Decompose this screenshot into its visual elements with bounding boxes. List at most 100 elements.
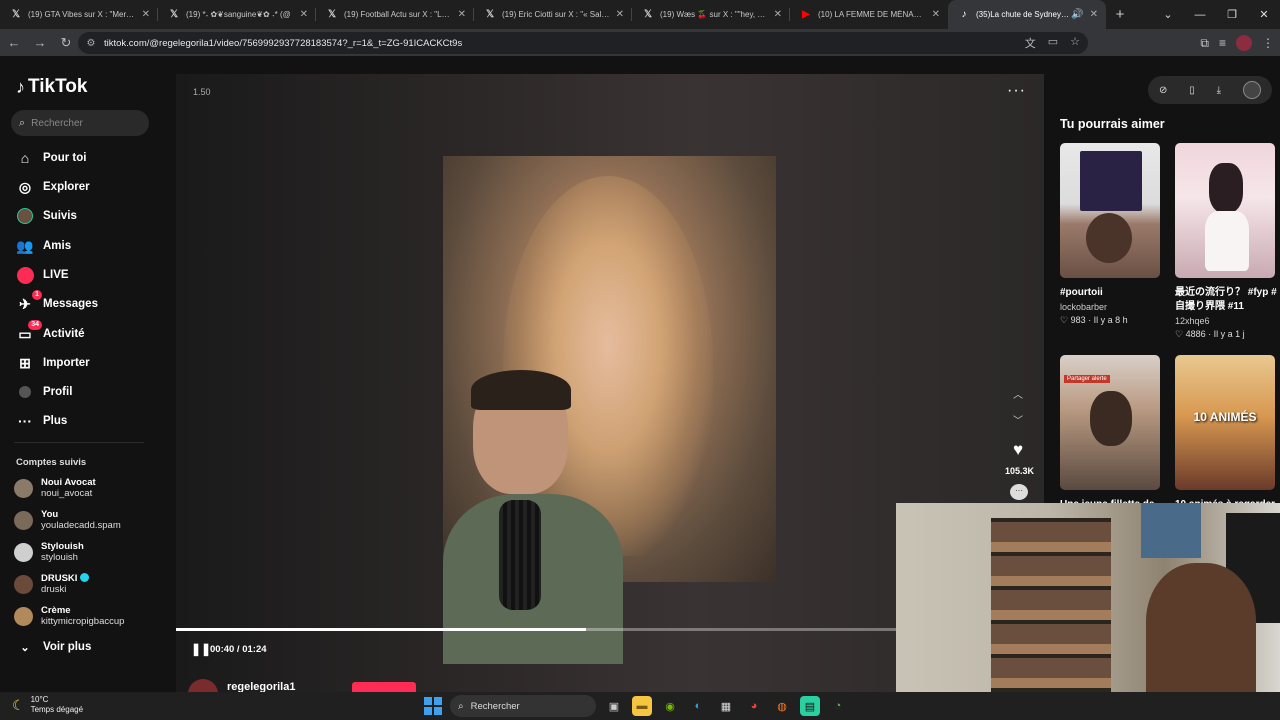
follow-button[interactable] <box>352 682 416 692</box>
browser-tab[interactable]: 𝕏 (19) Football Actu sur X : "Luca ✕ <box>316 0 474 29</box>
nav-importer[interactable]: ⊞ Importer <box>16 353 90 373</box>
previous-video-icon[interactable]: ︿ <box>1010 386 1026 401</box>
windows-start-icon[interactable] <box>424 697 442 715</box>
close-tab-icon[interactable]: ✕ <box>932 9 940 20</box>
followed-account[interactable]: You youladecadd.spam <box>14 509 121 531</box>
task-view-icon[interactable]: ▣ <box>604 696 624 716</box>
pause-icon[interactable]: ❚❚ <box>191 642 211 656</box>
followed-account[interactable]: Stylouish stylouish <box>14 541 84 563</box>
suggestions-title: Tu pourrais aimer <box>1060 117 1165 131</box>
forward-button[interactable]: → <box>28 31 52 55</box>
followed-account[interactable]: DRUSKI druski <box>14 573 90 595</box>
file-explorer-icon[interactable]: ▬ <box>632 696 652 716</box>
download-icon[interactable]: ⤓ <box>1217 85 1221 96</box>
windows-taskbar: ☾ 10°C Temps dégagé ⌕ Rechercher ▣ ▬ ◉ ◐ ▦… <box>0 692 1280 720</box>
edge-icon[interactable]: ◐ <box>688 696 708 716</box>
chrome-dev-icon[interactable]: ◔ <box>828 696 848 716</box>
divider <box>14 442 144 443</box>
nav-amis[interactable]: 👥 Amis <box>16 236 71 256</box>
restore-icon[interactable]: ❐ <box>1216 0 1248 29</box>
heart-outline-icon: ♡ <box>1060 315 1071 325</box>
chevron-down-icon[interactable]: ⌄ <box>1152 0 1184 29</box>
poster-image <box>1141 503 1201 558</box>
browser-tab[interactable]: 𝕏 (19) GTA Vibes sur X : "Merci, G ✕ <box>0 0 158 29</box>
address-bar[interactable]: ⚙ tiktok.com/@regelegorila1/video/756999… <box>78 32 1088 54</box>
video-progress-bar[interactable] <box>176 628 896 631</box>
profile-avatar[interactable] <box>1236 35 1252 51</box>
nav-pour-toi[interactable]: ⌂ Pour toi <box>16 148 87 168</box>
tiktok-icon: ♪ <box>961 9 967 20</box>
nav-messages[interactable]: ✈ 1 Messages <box>16 290 98 314</box>
heart-icon: ♥ <box>1012 440 1024 459</box>
chrome-icon[interactable]: ◕ <box>744 696 764 716</box>
suggestion-card[interactable]: Partager alerte Une jeune fillette de <box>1060 355 1164 512</box>
nav-live[interactable]: LIVE <box>16 265 69 285</box>
menu-icon[interactable]: ⋮ <box>1262 36 1274 50</box>
see-more-button[interactable]: ⌄ Voir plus <box>16 637 91 657</box>
moon-icon: ☾ <box>12 696 25 713</box>
media-icon[interactable]: ≡ <box>1219 36 1226 50</box>
close-tab-icon[interactable]: ✕ <box>1090 9 1098 20</box>
nav-plus[interactable]: ··· Plus <box>16 411 67 431</box>
nvidia-icon[interactable]: ◉ <box>660 696 680 716</box>
suggestion-card[interactable]: 最近の流行り？ #fyp #自撮り界隈 #11 12xhqe6 ♡ 4886 ·… <box>1175 143 1279 340</box>
chevron-down-icon: ⌄ <box>20 641 30 654</box>
avatar <box>14 478 33 498</box>
extensions-icon[interactable]: ⧉ <box>1200 36 1209 51</box>
followed-account[interactable]: Crème kittymicropigbaccup <box>14 605 124 627</box>
store-icon[interactable]: ▦ <box>716 696 736 716</box>
search-input[interactable]: ⌕ Rechercher <box>11 110 149 136</box>
browser-tab[interactable]: 𝕏 (19) *˖ ✿❦sanguine❦✿ ˖* (@ ✕ <box>158 0 316 29</box>
site-info-icon[interactable]: ⚙ <box>78 38 104 49</box>
nav-profil[interactable]: Profil <box>16 382 72 402</box>
close-tab-icon[interactable]: ✕ <box>774 9 782 20</box>
firefox-icon[interactable]: ◍ <box>772 696 792 716</box>
reload-button[interactable]: ↻ <box>54 31 78 55</box>
followed-account[interactable]: Noui Avocat noui_avocat <box>14 477 96 499</box>
new-tab-button[interactable]: + <box>1106 0 1134 29</box>
close-tab-icon[interactable]: ✕ <box>300 9 308 20</box>
user-avatar[interactable] <box>1243 81 1261 99</box>
device-icon[interactable]: ▯ <box>1189 85 1195 96</box>
bookmark-star-icon[interactable]: ☆ <box>1070 35 1080 51</box>
browser-tab[interactable]: ▶ (10) LA FEMME DE MÉNAGE Ba ✕ <box>790 0 948 29</box>
browser-tab-active[interactable]: ♪ (35)La chute de Sydney Swe 🔊 ✕ <box>948 0 1106 29</box>
x-logo-icon: 𝕏 <box>643 9 653 20</box>
messages-icon: ✈ 1 <box>16 290 42 313</box>
video-thumbnail: 10 ANIMÉS <box>1175 355 1275 490</box>
search-icon: ⌕ <box>458 700 464 712</box>
coin-icon[interactable]: ⊘ <box>1159 85 1167 96</box>
verified-badge-icon <box>80 573 90 582</box>
translate-icon[interactable]: 文 <box>1025 35 1036 51</box>
activity-badge: 34 <box>28 320 42 330</box>
close-tab-icon[interactable]: ✕ <box>458 9 466 20</box>
nav-explorer[interactable]: ◎ Explorer <box>16 177 90 197</box>
speaker-icon[interactable]: 🔊 <box>1071 9 1083 20</box>
back-button[interactable]: ← <box>2 31 26 55</box>
close-tab-icon[interactable]: ✕ <box>616 9 624 20</box>
taskbar-search[interactable]: ⌕ Rechercher <box>450 695 596 717</box>
browser-tab[interactable]: 𝕏 (19) Wæs 🍒 sur X : ""hey, so d ✕ <box>632 0 790 29</box>
playback-speed[interactable]: 1.50 <box>193 87 211 97</box>
comment-icon[interactable]: ··· <box>1010 484 1028 500</box>
progress-fill <box>176 628 587 631</box>
like-button[interactable]: ♥ <box>1006 440 1030 460</box>
following-avatar-icon <box>16 207 34 225</box>
app-icon[interactable]: ▤ <box>800 696 820 716</box>
tiktok-logo[interactable]: ♪ TikTok <box>16 76 87 98</box>
browser-tab[interactable]: 𝕏 (19) Eric Ciotti sur X : "« Sale ge ✕ <box>474 0 632 29</box>
nav-suivis[interactable]: Suivis <box>16 206 77 226</box>
cast-icon[interactable]: ▭ <box>1048 35 1058 51</box>
weather-widget[interactable]: ☾ 10°C Temps dégagé <box>12 695 83 715</box>
more-options-icon[interactable]: ··· <box>1007 82 1026 100</box>
next-video-icon[interactable]: ﹀ <box>1010 412 1026 427</box>
url-text[interactable]: tiktok.com/@regelegorila1/video/75699929… <box>104 38 462 49</box>
minimize-icon[interactable]: — <box>1184 0 1216 29</box>
x-logo-icon: 𝕏 <box>11 9 21 20</box>
close-tab-icon[interactable]: ✕ <box>142 9 150 20</box>
suggestion-card[interactable]: #pourtoii lockobarber ♡ 983 · Il y a 8 h <box>1060 143 1164 326</box>
close-window-icon[interactable]: ✕ <box>1248 0 1280 29</box>
nav-activite[interactable]: ▭ 34 Activité <box>16 320 85 344</box>
person-image <box>1146 563 1256 692</box>
suggestion-card[interactable]: 10 ANIMÉS 10 animés à regarder <box>1175 355 1279 512</box>
